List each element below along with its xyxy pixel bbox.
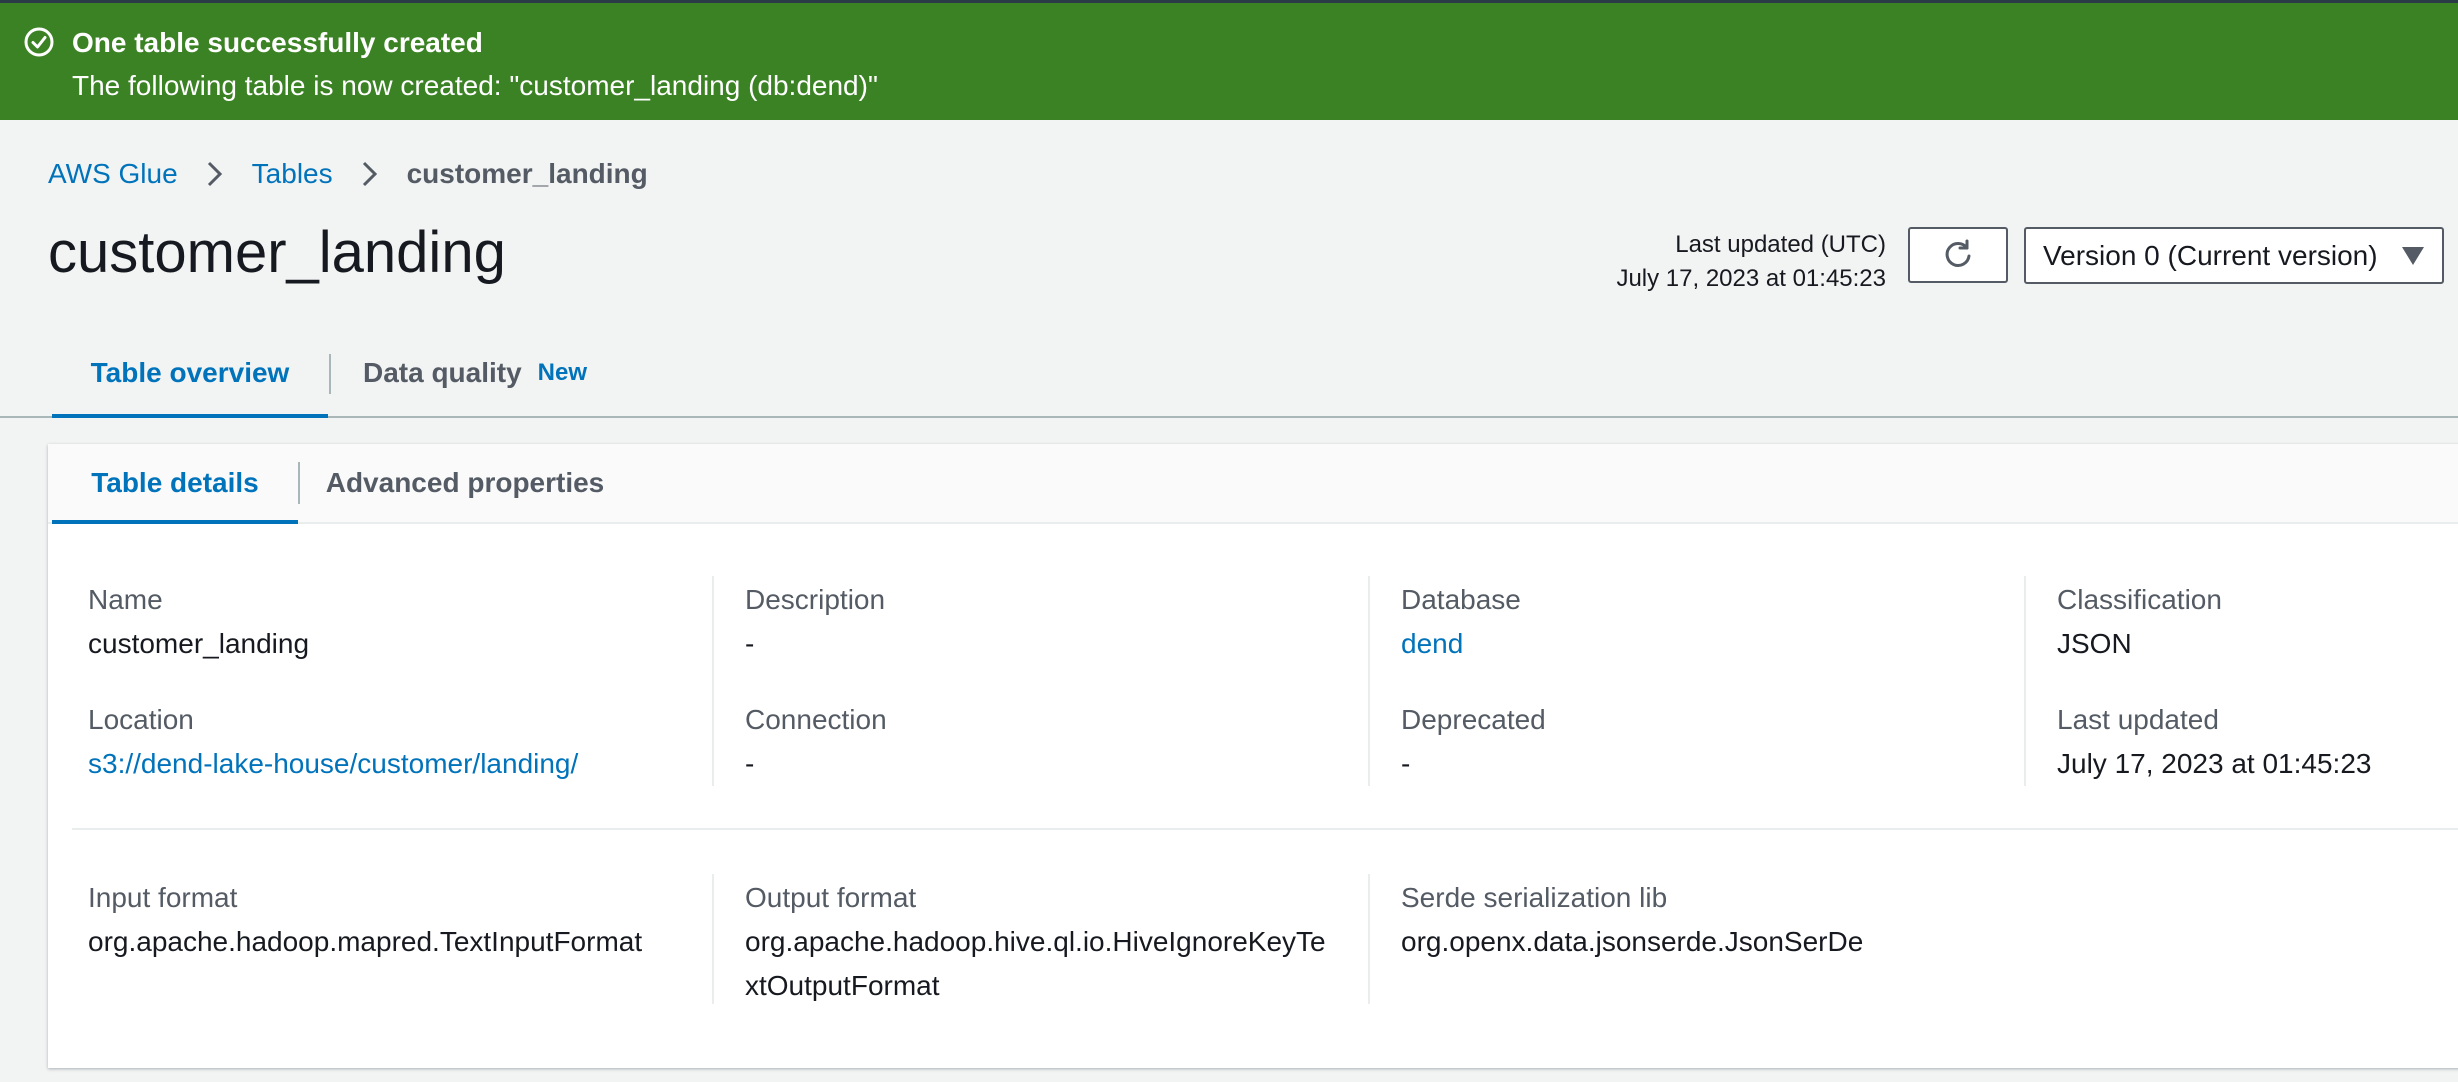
detail-value: July 17, 2023 at 01:45:23: [2057, 748, 2372, 779]
detail-label: Input format: [88, 882, 238, 913]
detail-value: org.apache.hadoop.mapred.TextInputFormat: [88, 926, 643, 957]
detail-label: Description: [745, 584, 886, 615]
detail-label: Location: [88, 704, 194, 735]
success-flash-banner: One table successfully created The follo…: [0, 0, 2458, 120]
tab-data-quality[interactable]: Data quality New: [330, 330, 620, 416]
top-tabs: Table overview Data quality New: [0, 330, 2458, 418]
version-select[interactable]: Version 0 (Current version): [2024, 227, 2444, 284]
breadcrumb-current-table: customer_landing: [406, 158, 648, 189]
flash-message: The following table is now created: "cus…: [72, 70, 878, 101]
detail-input-format: Input format org.apache.hadoop.mapred.Te…: [88, 876, 642, 964]
detail-value: JSON: [2057, 628, 2132, 659]
active-subtab-indicator: [52, 520, 298, 524]
detail-value: -: [745, 748, 755, 779]
detail-label: Connection: [745, 704, 887, 735]
breadcrumb-tables[interactable]: Tables: [252, 158, 333, 190]
version-selected-value: Version 0 (Current version): [2043, 239, 2378, 271]
chevron-right-icon: [362, 161, 377, 187]
detail-value-line1: org.apache.hadoop.hive.ql.io.HiveIgnoreK…: [745, 926, 1326, 957]
breadcrumb: AWS Glue Tables customer_landing: [48, 154, 648, 194]
flash-title: One table successfully created: [72, 27, 483, 58]
sub-tabs: Table details Advanced properties: [48, 444, 2458, 524]
detail-label: Serde serialization lib: [1401, 882, 1668, 913]
detail-label: Classification: [2057, 584, 2222, 615]
active-tab-indicator: [52, 414, 328, 418]
column-divider: [1368, 874, 1370, 1004]
database-link[interactable]: dend: [1401, 622, 1521, 666]
detail-connection: Connection -: [745, 698, 887, 786]
last-updated-label: Last updated (UTC): [1675, 231, 1886, 258]
column-divider: [712, 576, 714, 786]
detail-location: Location s3://dend-lake-house/customer/l…: [88, 698, 578, 786]
detail-description: Description -: [745, 578, 885, 666]
detail-value: customer_landing: [88, 628, 310, 659]
detail-last-updated: Last updated July 17, 2023 at 01:45:23: [2057, 698, 2371, 786]
detail-value-line2: xtOutputFormat: [745, 970, 940, 1001]
detail-label: Output format: [745, 882, 917, 913]
detail-label: Database: [1401, 584, 1521, 615]
detail-value: -: [745, 628, 755, 659]
refresh-button[interactable]: [1908, 227, 2008, 283]
new-badge: New: [537, 359, 588, 386]
tab-label: Table details: [91, 467, 259, 498]
tab-table-details[interactable]: Table details: [52, 444, 298, 522]
column-divider: [2024, 576, 2026, 786]
location-link[interactable]: s3://dend-lake-house/customer/landing/: [88, 742, 578, 786]
table-details-card: Table details Advanced properties Name c…: [48, 444, 2458, 1068]
column-divider: [712, 874, 714, 1004]
detail-output-format: Output format org.apache.hadoop.hive.ql.…: [745, 876, 1326, 1008]
tab-table-overview[interactable]: Table overview: [52, 330, 328, 416]
check-circle-icon: [24, 27, 54, 57]
tab-advanced-properties[interactable]: Advanced properties: [300, 444, 630, 522]
section-divider: [72, 828, 2458, 830]
column-divider: [1368, 576, 1370, 786]
detail-value: -: [1401, 748, 1411, 779]
detail-label: Name: [88, 584, 163, 615]
chevron-right-icon: [207, 161, 222, 187]
detail-serde-lib: Serde serialization lib org.openx.data.j…: [1401, 876, 1863, 964]
detail-value: org.openx.data.jsonserde.JsonSerDe: [1401, 926, 1864, 957]
detail-classification: Classification JSON: [2057, 578, 2222, 666]
page-title: customer_landing: [48, 220, 506, 285]
detail-label: Deprecated: [1401, 704, 1546, 735]
refresh-icon: [1945, 239, 1971, 267]
detail-database: Database dend: [1401, 578, 1521, 666]
breadcrumb-aws-glue[interactable]: AWS Glue: [48, 158, 178, 190]
detail-deprecated: Deprecated -: [1401, 698, 1546, 786]
caret-down-icon: [2402, 247, 2424, 265]
detail-label: Last updated: [2057, 704, 2219, 735]
last-updated-info: Last updated (UTC) July 17, 2023 at 01:4…: [1616, 228, 1886, 296]
tab-label: Table overview: [90, 357, 290, 388]
last-updated-value: July 17, 2023 at 01:45:23: [1616, 265, 1886, 292]
tab-label: Data quality: [362, 357, 522, 388]
tab-label: Advanced properties: [325, 467, 605, 498]
detail-name: Name customer_landing: [88, 578, 309, 666]
